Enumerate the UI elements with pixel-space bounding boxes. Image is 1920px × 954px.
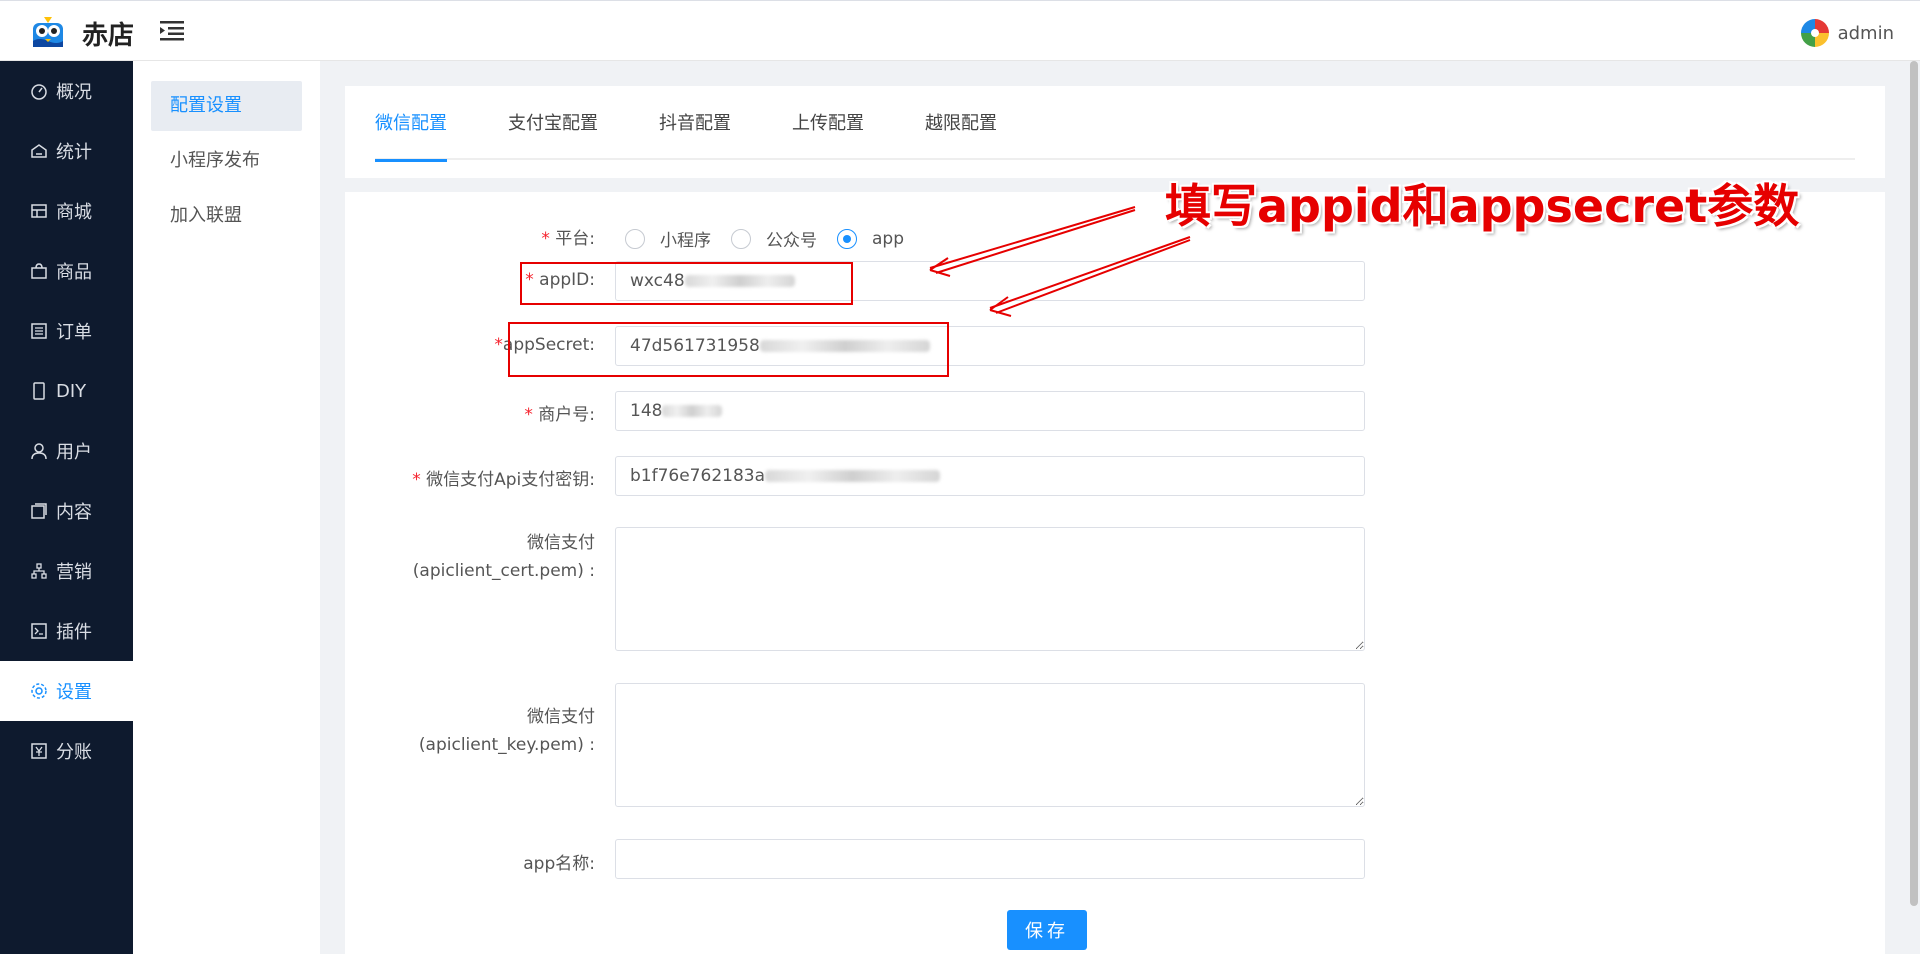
- radio-circle: [625, 228, 645, 249]
- submenu-item-config[interactable]: 配置设置: [151, 81, 302, 131]
- tab-wechat[interactable]: 微信配置: [375, 86, 447, 162]
- menu-collapse-icon[interactable]: [160, 20, 186, 42]
- sidebar-item-label: 设置: [56, 682, 92, 703]
- marketing-icon: [31, 563, 47, 579]
- annotation-text: 填写appid和appsecret参数: [1165, 179, 1800, 233]
- sidebar-item-label: 商品: [56, 262, 92, 283]
- key-textarea[interactable]: [615, 683, 1365, 807]
- submenu-item-alliance[interactable]: 加入联盟: [151, 191, 302, 241]
- top-header: 赤店 admin: [0, 0, 1920, 61]
- api-key-input[interactable]: b1f76e762183a: [615, 456, 1365, 496]
- sidebar-item-label: 订单: [56, 322, 92, 343]
- sidebar-item-label: 营销: [56, 562, 92, 583]
- bag-icon: [31, 263, 47, 279]
- dashboard-icon: [31, 84, 47, 100]
- plugin-icon: [31, 623, 47, 639]
- cert-textarea[interactable]: [615, 527, 1365, 651]
- app-name: 赤店: [82, 21, 135, 51]
- sidebar-item-stats[interactable]: 统计: [0, 121, 133, 181]
- sidebar-item-diy[interactable]: DIY: [0, 361, 133, 421]
- tab-douyin[interactable]: 抖音配置: [659, 86, 731, 160]
- sidebar-item-orders[interactable]: 订单: [0, 301, 133, 361]
- stats-icon: [31, 144, 47, 158]
- sidebar-item-split[interactable]: 分账: [0, 721, 133, 781]
- logo-icon: [33, 17, 63, 47]
- platform-radio-group: 小程序 公众号 app: [625, 226, 924, 251]
- tab-alipay[interactable]: 支付宝配置: [508, 86, 598, 160]
- cert-label: 微信支付 (apiclient_cert.pem) :: [412, 533, 595, 581]
- mobile-icon: [33, 382, 45, 400]
- merchant-no-label: * 商户号:: [524, 405, 595, 425]
- radio-app[interactable]: app: [837, 228, 904, 249]
- sidebar-item-label: 分账: [56, 742, 92, 763]
- avatar: [1800, 19, 1829, 47]
- sidebar-item-mall[interactable]: 商城: [0, 181, 133, 241]
- sidebar-item-goods[interactable]: 商品: [0, 241, 133, 301]
- redacted-text: [765, 470, 940, 482]
- sidebar-item-label: DIY: [56, 380, 87, 402]
- app-name-label: app名称:: [523, 854, 595, 874]
- radio-official-account[interactable]: 公众号: [731, 226, 817, 251]
- appsecret-highlight-box: [508, 322, 949, 377]
- user-menu[interactable]: admin: [1800, 18, 1894, 48]
- user-icon: [31, 443, 47, 460]
- save-button[interactable]: 保存: [1007, 910, 1087, 950]
- main-sidebar: 概况 统计 商城 商品 订单 DIY 用户 内容 营销 插件 设置 分账: [0, 61, 133, 954]
- sidebar-item-plugins[interactable]: 插件: [0, 601, 133, 661]
- sidebar-item-settings[interactable]: 设置: [0, 661, 133, 721]
- sidebar-item-label: 内容: [56, 502, 92, 523]
- submenu-item-publish[interactable]: 小程序发布: [151, 136, 302, 186]
- sidebar-item-label: 插件: [56, 622, 92, 643]
- yen-icon: [31, 743, 47, 759]
- mall-icon: [31, 204, 47, 218]
- redacted-text: [662, 405, 723, 417]
- api-key-label: * 微信支付Api支付密钥:: [412, 470, 595, 490]
- sidebar-item-label: 商城: [56, 202, 92, 223]
- platform-label: * 平台:: [541, 229, 595, 249]
- settings-submenu: 配置设置 小程序发布 加入联盟: [133, 61, 320, 954]
- sidebar-item-overview[interactable]: 概况: [0, 61, 133, 121]
- appid-highlight-box: [520, 262, 853, 305]
- sidebar-item-label: 统计: [56, 142, 92, 163]
- tabs-card: 微信配置 支付宝配置 抖音配置 上传配置 越限配置: [345, 86, 1885, 178]
- radio-miniprogram[interactable]: 小程序: [625, 226, 711, 251]
- sidebar-item-users[interactable]: 用户: [0, 421, 133, 481]
- app-name-input[interactable]: [615, 839, 1365, 879]
- user-name: admin: [1837, 22, 1894, 44]
- sidebar-item-label: 概况: [56, 82, 92, 103]
- gear-icon: [31, 683, 47, 699]
- tab-limit[interactable]: 越限配置: [925, 86, 997, 160]
- radio-circle: [731, 228, 751, 249]
- sidebar-item-marketing[interactable]: 营销: [0, 541, 133, 601]
- key-label: 微信支付 (apiclient_key.pem) :: [418, 707, 595, 755]
- tab-upload[interactable]: 上传配置: [792, 86, 864, 160]
- sidebar-item-label: 用户: [56, 442, 92, 463]
- sidebar-item-content[interactable]: 内容: [0, 481, 133, 541]
- merchant-no-input[interactable]: 148: [615, 391, 1365, 431]
- radio-circle: [837, 228, 857, 249]
- content-icon: [31, 503, 47, 519]
- page-scrollbar[interactable]: [1910, 61, 1918, 906]
- config-tabs: 微信配置 支付宝配置 抖音配置 上传配置 越限配置: [375, 86, 1855, 162]
- order-icon: [31, 323, 47, 339]
